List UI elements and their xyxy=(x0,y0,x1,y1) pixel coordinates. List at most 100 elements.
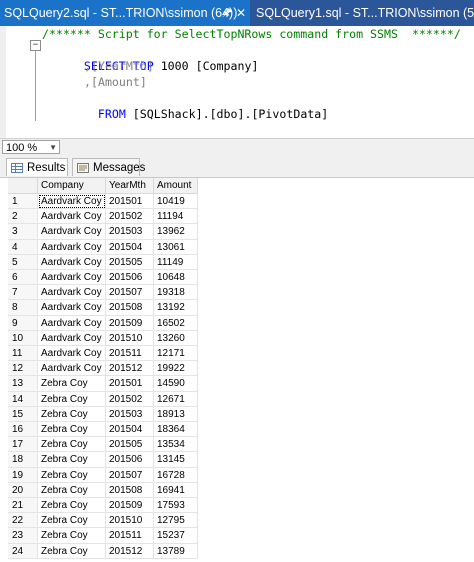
cell-yearmth[interactable]: 201507 xyxy=(106,467,154,483)
cell-yearmth[interactable]: 201506 xyxy=(106,452,154,468)
cell-yearmth[interactable]: 201511 xyxy=(106,528,154,544)
cell-company[interactable]: Zebra Coy xyxy=(38,422,106,438)
table-row[interactable]: 10 Aardvark Coy 201510 13260 xyxy=(8,330,198,346)
row-number[interactable]: 15 xyxy=(8,406,38,422)
table-row[interactable]: 9 Aardvark Coy 201509 16502 xyxy=(8,315,198,331)
cell-yearmth[interactable]: 201507 xyxy=(106,285,154,301)
table-row[interactable]: 24 Zebra Coy 201512 13789 xyxy=(8,543,198,559)
cell-company[interactable]: Zebra Coy xyxy=(38,528,106,544)
cell-amount[interactable]: 15237 xyxy=(154,528,198,544)
table-row[interactable]: 1 Aardvark Coy 201501 10419 xyxy=(8,194,198,210)
row-number[interactable]: 18 xyxy=(8,452,38,468)
table-row[interactable]: 8 Aardvark Coy 201508 13192 xyxy=(8,300,198,316)
row-number[interactable]: 19 xyxy=(8,467,38,483)
cell-yearmth[interactable]: 201505 xyxy=(106,437,154,453)
tab-sqlquery1[interactable]: SQLQuery1.sql - ST...TRION\ssimon (51))* xyxy=(252,0,474,26)
cell-amount[interactable]: 12171 xyxy=(154,346,198,362)
cell-yearmth[interactable]: 201511 xyxy=(106,346,154,362)
table-row[interactable]: 23 Zebra Coy 201511 15237 xyxy=(8,528,198,544)
cell-company[interactable]: Aardvark Coy xyxy=(38,330,106,346)
grid-corner[interactable] xyxy=(8,178,38,194)
cell-amount[interactable]: 19318 xyxy=(154,285,198,301)
table-row[interactable]: 16 Zebra Coy 201504 18364 xyxy=(8,422,198,438)
row-number[interactable]: 23 xyxy=(8,528,38,544)
table-row[interactable]: 6 Aardvark Coy 201506 10648 xyxy=(8,270,198,286)
table-row[interactable]: 5 Aardvark Coy 201505 11149 xyxy=(8,254,198,270)
cell-amount[interactable]: 17593 xyxy=(154,498,198,514)
cell-amount[interactable]: 11194 xyxy=(154,209,198,225)
cell-amount[interactable]: 19922 xyxy=(154,361,198,377)
column-header-amount[interactable]: Amount xyxy=(154,178,198,194)
row-number[interactable]: 10 xyxy=(8,330,38,346)
table-row[interactable]: 4 Aardvark Coy 201504 13061 xyxy=(8,239,198,255)
cell-amount[interactable]: 13145 xyxy=(154,452,198,468)
cell-yearmth[interactable]: 201501 xyxy=(106,194,154,210)
row-number[interactable]: 16 xyxy=(8,422,38,438)
cell-yearmth[interactable]: 201510 xyxy=(106,330,154,346)
table-row[interactable]: 17 Zebra Coy 201505 13534 xyxy=(8,437,198,453)
cell-company[interactable]: Zebra Coy xyxy=(38,452,106,468)
cell-yearmth[interactable]: 201512 xyxy=(106,543,154,559)
cell-yearmth[interactable]: 201503 xyxy=(106,224,154,240)
row-number[interactable]: 3 xyxy=(8,224,38,240)
cell-amount[interactable]: 16728 xyxy=(154,467,198,483)
cell-yearmth[interactable]: 201504 xyxy=(106,239,154,255)
cell-company[interactable]: Aardvark Coy xyxy=(38,285,106,301)
cell-company[interactable]: Aardvark Coy xyxy=(38,194,106,210)
code-area[interactable]: /****** Script for SelectTopNRows comman… xyxy=(0,26,474,138)
cell-yearmth[interactable]: 201510 xyxy=(106,513,154,529)
close-icon[interactable]: ✕ xyxy=(236,0,248,26)
row-number[interactable]: 6 xyxy=(8,270,38,286)
cell-amount[interactable]: 18364 xyxy=(154,422,198,438)
cell-amount[interactable]: 13192 xyxy=(154,300,198,316)
row-number[interactable]: 17 xyxy=(8,437,38,453)
row-number[interactable]: 22 xyxy=(8,513,38,529)
row-number[interactable]: 9 xyxy=(8,315,38,331)
cell-company[interactable]: Zebra Coy xyxy=(38,467,106,483)
cell-company[interactable]: Zebra Coy xyxy=(38,391,106,407)
cell-company[interactable]: Zebra Coy xyxy=(38,513,106,529)
tab-sqlquery2[interactable]: SQLQuery2.sql - ST...TRION\ssimon (64)) … xyxy=(0,0,250,26)
table-row[interactable]: 13 Zebra Coy 201501 14590 xyxy=(8,376,198,392)
cell-amount[interactable]: 13534 xyxy=(154,437,198,453)
cell-company[interactable]: Aardvark Coy xyxy=(38,239,106,255)
cell-yearmth[interactable]: 201508 xyxy=(106,482,154,498)
cell-company[interactable]: Aardvark Coy xyxy=(38,315,106,331)
cell-yearmth[interactable]: 201504 xyxy=(106,422,154,438)
cell-yearmth[interactable]: 201501 xyxy=(106,376,154,392)
cell-amount[interactable]: 12795 xyxy=(154,513,198,529)
pin-icon[interactable]: 🖈 xyxy=(222,0,234,26)
table-row[interactable]: 19 Zebra Coy 201507 16728 xyxy=(8,467,198,483)
cell-yearmth[interactable]: 201506 xyxy=(106,270,154,286)
cell-amount[interactable]: 14590 xyxy=(154,376,198,392)
cell-amount[interactable]: 18913 xyxy=(154,406,198,422)
table-row[interactable]: 2 Aardvark Coy 201502 11194 xyxy=(8,209,198,225)
cell-amount[interactable]: 13789 xyxy=(154,543,198,559)
cell-company[interactable]: Zebra Coy xyxy=(38,498,106,514)
cell-company[interactable]: Zebra Coy xyxy=(38,376,106,392)
results-grid[interactable]: Company YearMth Amount 1 Aardvark Coy 2015… xyxy=(8,178,474,562)
cell-company[interactable]: Zebra Coy xyxy=(38,543,106,559)
query-editor[interactable]: − /****** Script for SelectTopNRows comm… xyxy=(0,26,474,138)
cell-company[interactable]: Aardvark Coy xyxy=(38,209,106,225)
row-number[interactable]: 7 xyxy=(8,285,38,301)
cell-amount[interactable]: 11149 xyxy=(154,254,198,270)
cell-company[interactable]: Aardvark Coy xyxy=(38,254,106,270)
cell-yearmth[interactable]: 201509 xyxy=(106,315,154,331)
cell-company[interactable]: Zebra Coy xyxy=(38,482,106,498)
cell-yearmth[interactable]: 201503 xyxy=(106,406,154,422)
row-number[interactable]: 12 xyxy=(8,361,38,377)
cell-amount[interactable]: 10419 xyxy=(154,194,198,210)
table-row[interactable]: 20 Zebra Coy 201508 16941 xyxy=(8,482,198,498)
row-number[interactable]: 8 xyxy=(8,300,38,316)
zoom-dropdown[interactable]: 100 % ▼ xyxy=(2,140,60,154)
cell-amount[interactable]: 13260 xyxy=(154,330,198,346)
table-row[interactable]: 11 Aardvark Coy 201511 12171 xyxy=(8,346,198,362)
cell-company[interactable]: Aardvark Coy xyxy=(38,270,106,286)
cell-company[interactable]: Aardvark Coy xyxy=(38,346,106,362)
tab-messages[interactable]: Messages xyxy=(72,158,145,176)
cell-company[interactable]: Zebra Coy xyxy=(38,406,106,422)
row-number[interactable]: 4 xyxy=(8,239,38,255)
table-row[interactable]: 15 Zebra Coy 201503 18913 xyxy=(8,406,198,422)
row-number[interactable]: 20 xyxy=(8,482,38,498)
